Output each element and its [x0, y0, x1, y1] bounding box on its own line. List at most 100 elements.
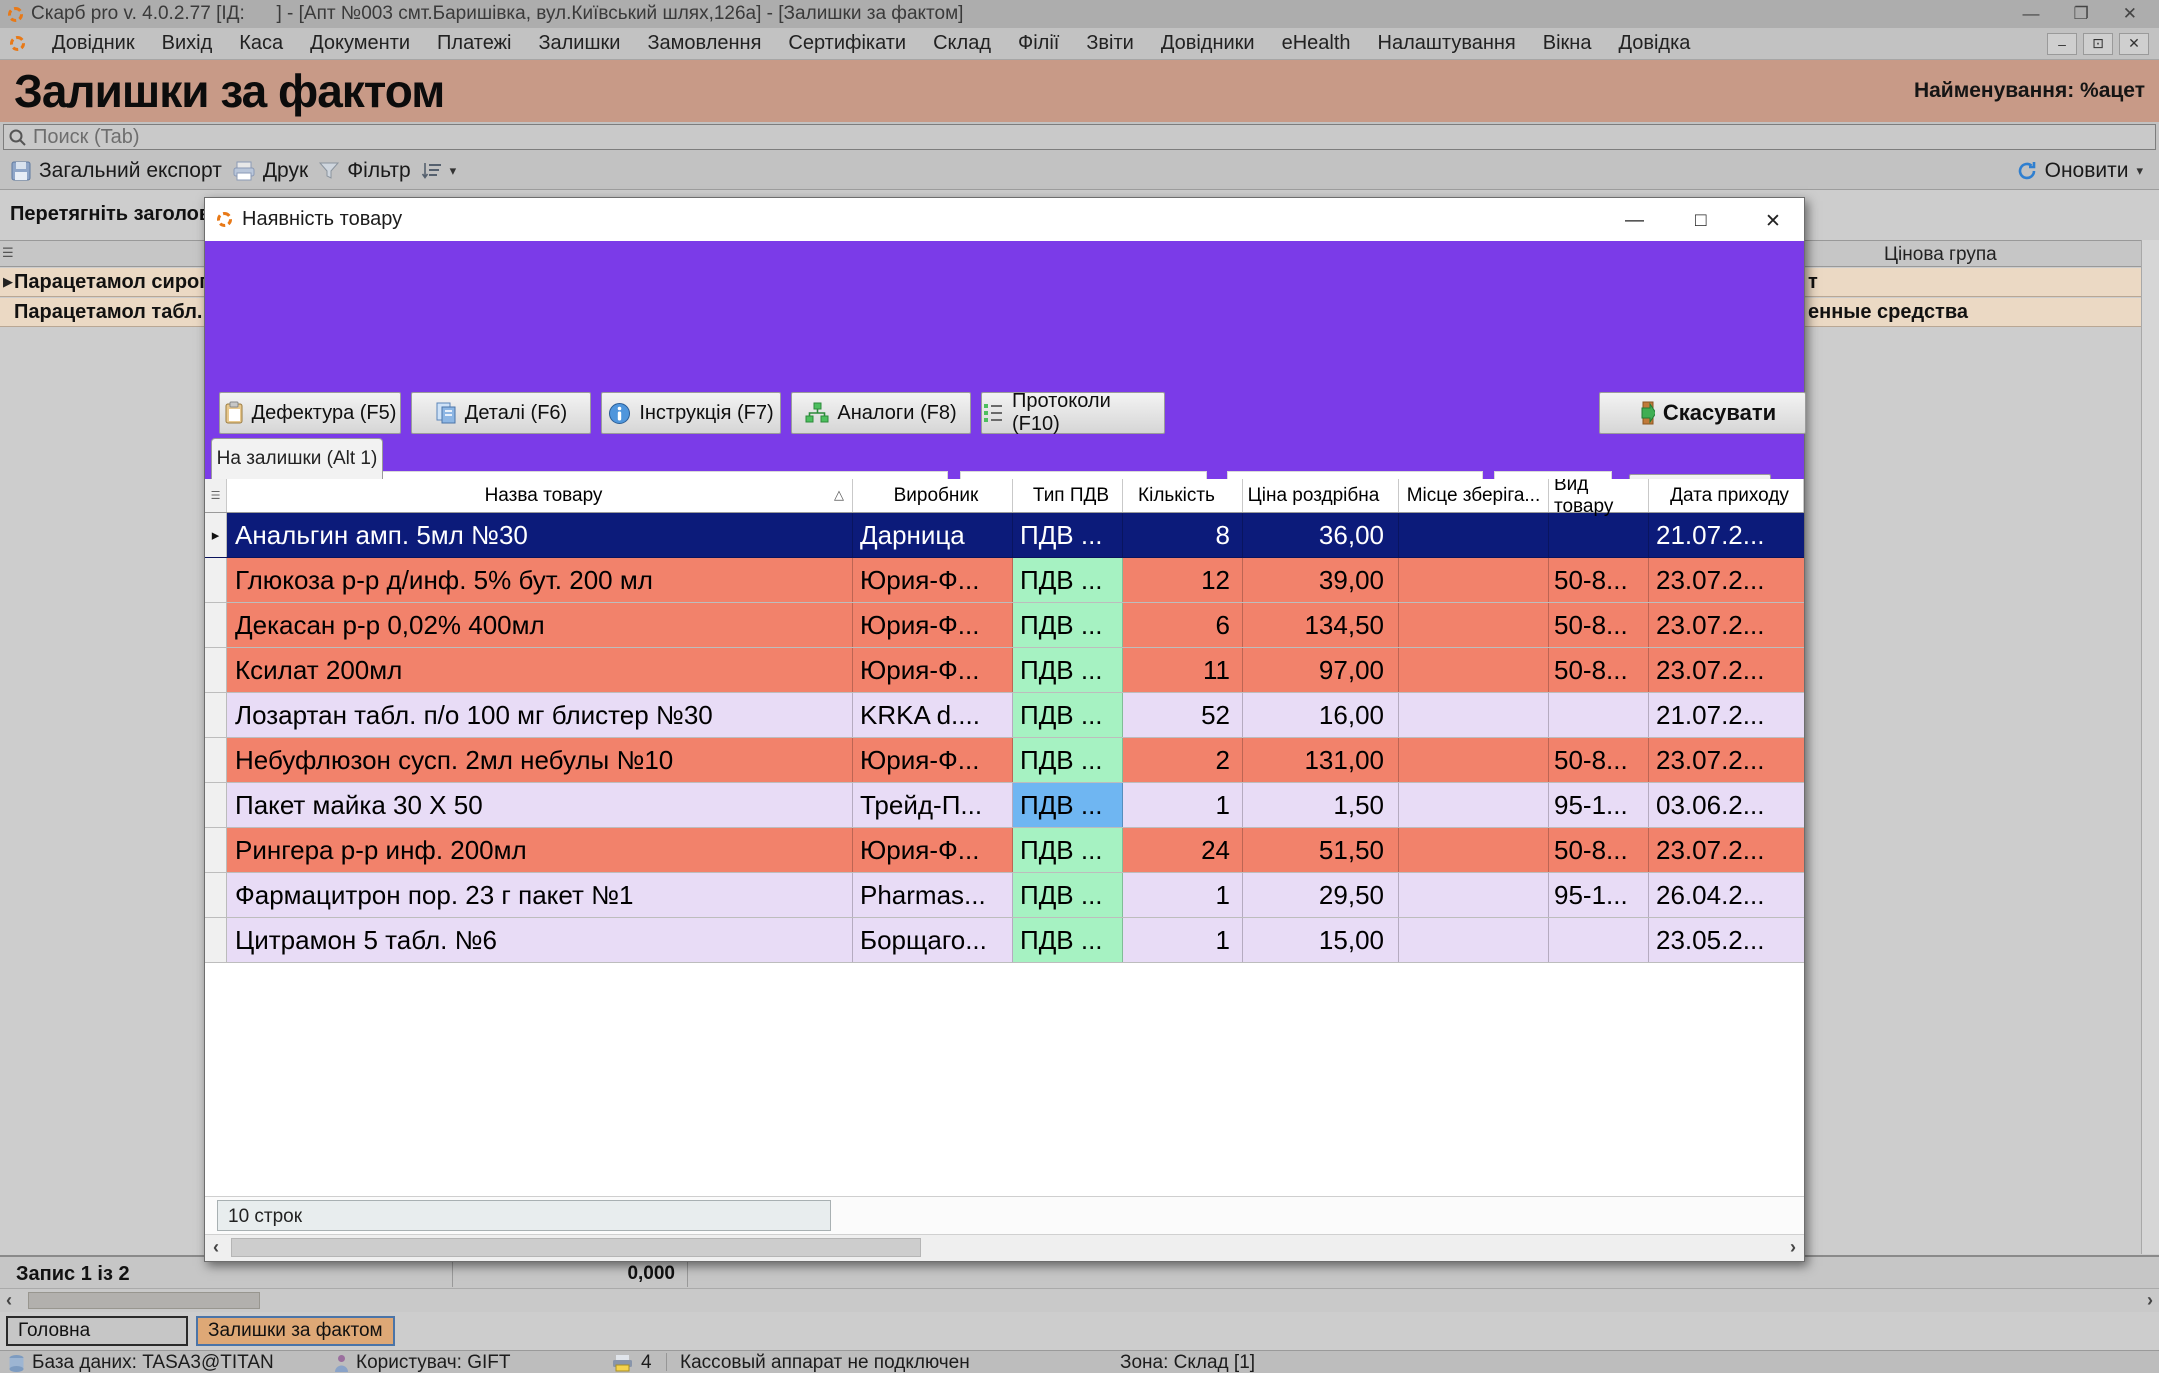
- print-label: Друк: [263, 159, 308, 183]
- info-icon: [608, 402, 631, 425]
- export-icon: [10, 160, 32, 182]
- scroll-left-icon[interactable]: ‹: [213, 1237, 219, 1258]
- cell-maker: Дарница: [853, 513, 1013, 557]
- cell-price: 131,00: [1243, 738, 1399, 782]
- tab-stock-by-fact[interactable]: Залишки за фактом: [196, 1316, 395, 1346]
- table-row[interactable]: Цитрамон 5 табл. №6 Борщаго... ПДВ ... 1…: [205, 918, 1804, 963]
- maximize-icon[interactable]: ❐: [2074, 4, 2089, 24]
- sort-options-button[interactable]: ▾: [421, 161, 457, 181]
- user-icon: [334, 1354, 349, 1373]
- menu-dovidka[interactable]: Довідка: [1618, 32, 1690, 55]
- menu-dovidnyky[interactable]: Довідники: [1161, 32, 1255, 55]
- menu-nalashtuvannia[interactable]: Налаштування: [1378, 32, 1516, 55]
- cell-qty: 11: [1123, 648, 1243, 692]
- details-button[interactable]: Деталі (F6): [411, 392, 591, 434]
- table-row[interactable]: Глюкоза р-р д/инф. 5% бут. 200 мл Юрия-Ф…: [205, 558, 1804, 603]
- column-vat[interactable]: Тип ПДВ: [1013, 479, 1123, 512]
- cell-date: 23.07.2...: [1649, 558, 1804, 602]
- scroll-left-icon[interactable]: ‹: [6, 1290, 12, 1311]
- defect-button[interactable]: Дефектура (F5): [219, 392, 401, 434]
- cell-maker: Борщаго...: [853, 918, 1013, 962]
- instruction-button[interactable]: Інструкція (F7): [601, 392, 781, 434]
- scrollbar-thumb[interactable]: [28, 1292, 260, 1309]
- menu-zalyshky[interactable]: Залишки: [538, 32, 620, 55]
- dialog-maximize-icon[interactable]: □: [1695, 210, 1706, 232]
- mdi-minimize-icon[interactable]: –: [2047, 33, 2077, 55]
- menu-dokumenty[interactable]: Документи: [310, 32, 410, 55]
- menu-zamovlennia[interactable]: Замовлення: [647, 32, 761, 55]
- tab-on-stock[interactable]: На залишки (Alt 1): [211, 438, 383, 479]
- refresh-button[interactable]: Оновити: [2016, 159, 2129, 183]
- cell-place: [1399, 693, 1549, 737]
- print-icon: [232, 160, 256, 182]
- refresh-caret-icon[interactable]: ▾: [2136, 163, 2143, 179]
- dialog-close-icon[interactable]: ✕: [1765, 210, 1781, 233]
- cell-qty: 52: [1123, 693, 1243, 737]
- menu-filii[interactable]: Філії: [1018, 32, 1059, 55]
- column-qty[interactable]: Кількість: [1123, 479, 1243, 512]
- vertical-scrollbar[interactable]: [2141, 240, 2159, 1254]
- column-date[interactable]: Дата приходу: [1649, 479, 1804, 512]
- menu-dovidnyk[interactable]: Довідник: [52, 32, 135, 55]
- scroll-right-icon[interactable]: ›: [1790, 1237, 1796, 1258]
- record-counter: Запис 1 із 2: [16, 1263, 130, 1286]
- table-row[interactable]: Лозартан табл. п/о 100 мг блистер №30 KR…: [205, 693, 1804, 738]
- cell-price: 16,00: [1243, 693, 1399, 737]
- cell-maker: Трейд-П...: [853, 783, 1013, 827]
- table-row[interactable]: Фармацитрон пор. 23 г пакет №1 Pharmas..…: [205, 873, 1804, 918]
- cancel-button[interactable]: Скасувати: [1599, 392, 1806, 434]
- price-group-column-header[interactable]: Цінова група: [1884, 244, 1997, 266]
- dialog-horizontal-scrollbar[interactable]: ‹ ›: [205, 1234, 1804, 1261]
- table-row[interactable]: ▸ Анальгин амп. 5мл №30 Дарница ПДВ ... …: [205, 513, 1804, 558]
- user-label: Користувач: GIFT: [356, 1352, 511, 1373]
- background-row-clipped-text: т: [1808, 271, 1818, 294]
- scroll-right-icon[interactable]: ›: [2147, 1290, 2153, 1311]
- main-horizontal-scrollbar[interactable]: ‹ ›: [0, 1288, 2159, 1312]
- cell-qty: 1: [1123, 918, 1243, 962]
- cell-name: Небуфлюзон сусп. 2мл небулы №10: [227, 738, 853, 782]
- refresh-icon: [2016, 160, 2038, 182]
- table-row[interactable]: Рингера р-р инф. 200мл Юрия-Ф... ПДВ ...…: [205, 828, 1804, 873]
- mdi-restore-icon[interactable]: ⊡: [2083, 33, 2113, 55]
- search-input[interactable]: Поиск (Tab): [3, 124, 2156, 150]
- analogs-button[interactable]: Аналоги (F8): [791, 392, 971, 434]
- column-maker[interactable]: Виробник: [853, 479, 1013, 512]
- menu-vikna[interactable]: Вікна: [1543, 32, 1592, 55]
- scrollbar-thumb[interactable]: [231, 1238, 921, 1257]
- column-chooser-icon[interactable]: ☰: [2, 245, 14, 261]
- menu-zvity[interactable]: Звіти: [1086, 32, 1133, 55]
- column-kind[interactable]: Вид товару: [1549, 479, 1649, 512]
- row-indicator-header: ☰: [205, 479, 227, 512]
- menu-ehealth[interactable]: eHealth: [1282, 32, 1351, 55]
- column-place[interactable]: Місце зберіга...: [1399, 479, 1549, 512]
- column-name[interactable]: Назва товару△: [227, 479, 853, 512]
- menu-sklad[interactable]: Склад: [933, 32, 991, 55]
- menu-vykhid[interactable]: Вихід: [162, 32, 213, 55]
- drag-header-hint: Перетягніть заголов: [10, 203, 211, 226]
- cell-kind: [1549, 918, 1649, 962]
- filter-button[interactable]: Фільтр: [318, 159, 410, 183]
- cell-maker: Pharmas...: [853, 873, 1013, 917]
- menu-kasa[interactable]: Каса: [239, 32, 283, 55]
- menu-sertyfikaty[interactable]: Сертифікати: [788, 32, 906, 55]
- tab-home[interactable]: Головна: [6, 1316, 188, 1346]
- protocols-list-icon: [982, 402, 1004, 424]
- export-button[interactable]: Загальний експорт: [10, 159, 222, 183]
- table-row[interactable]: Пакет майка 30 Х 50 Трейд-П... ПДВ ... 1…: [205, 783, 1804, 828]
- minimize-icon[interactable]: —: [2023, 4, 2040, 24]
- mdi-close-icon[interactable]: ✕: [2119, 33, 2149, 55]
- sort-caret-icon: ▾: [450, 163, 457, 179]
- protocols-button[interactable]: Протоколи (F10): [981, 392, 1165, 434]
- cell-vat: ПДВ ...: [1013, 918, 1123, 962]
- print-button[interactable]: Друк: [232, 159, 308, 183]
- table-row[interactable]: Небуфлюзон сусп. 2мл небулы №10 Юрия-Ф..…: [205, 738, 1804, 783]
- cell-vat: ПДВ ...: [1013, 828, 1123, 872]
- cell-place: [1399, 603, 1549, 647]
- menu-platezhi[interactable]: Платежі: [437, 32, 511, 55]
- table-row[interactable]: Декасан р-р 0,02% 400мл Юрия-Ф... ПДВ ..…: [205, 603, 1804, 648]
- table-row[interactable]: Ксилат 200мл Юрия-Ф... ПДВ ... 11 97,00 …: [205, 648, 1804, 693]
- column-price[interactable]: Ціна роздрібна: [1243, 479, 1399, 512]
- status-divider: [666, 1353, 667, 1371]
- dialog-minimize-icon[interactable]: —: [1625, 210, 1644, 232]
- close-icon[interactable]: ✕: [2123, 4, 2137, 24]
